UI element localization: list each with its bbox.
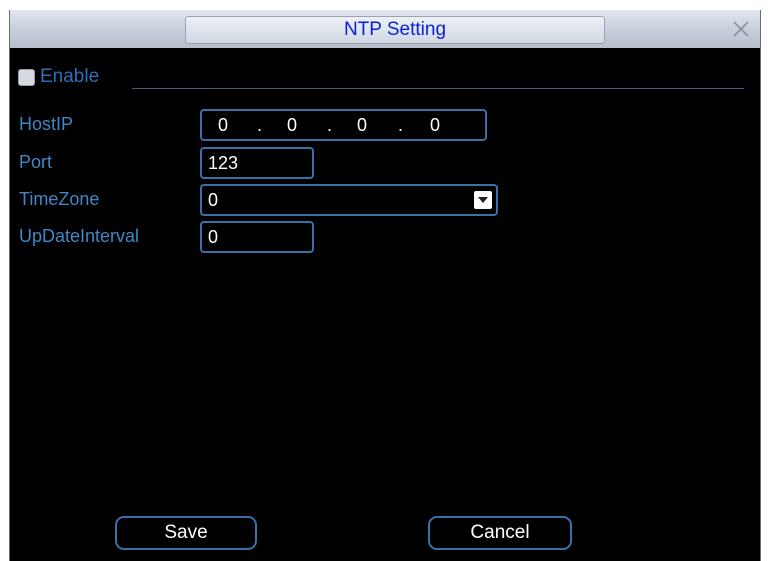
updateinterval-label: UpDateInterval — [19, 226, 140, 246]
hostip-label: HostIP — [19, 114, 74, 134]
hostip-octet-4[interactable]: 0 — [430, 115, 440, 136]
ntp-setting-dialog: NTP Setting Enable HostIP 0 . 0 . 0 . 0 … — [9, 10, 761, 561]
updateinterval-value: 0 — [208, 226, 219, 247]
enable-label: Enable — [40, 66, 100, 87]
timezone-value: 0 — [208, 189, 219, 210]
enable-checkbox[interactable] — [18, 68, 35, 86]
hostip-separator: . — [257, 115, 263, 135]
port-input[interactable]: 123 — [200, 147, 314, 179]
enable-row[interactable]: Enable — [18, 66, 99, 88]
close-icon[interactable] — [728, 16, 754, 42]
title-bar: NTP Setting — [10, 10, 760, 48]
save-button[interactable]: Save — [115, 516, 257, 550]
dialog-title: NTP Setting — [343, 19, 447, 40]
hostip-separator: . — [398, 115, 404, 135]
hostip-separator: . — [327, 115, 333, 135]
timezone-label: TimeZone — [19, 189, 100, 209]
port-label: Port — [19, 152, 53, 172]
title-box: NTP Setting — [185, 16, 605, 44]
chevron-down-icon[interactable] — [474, 191, 492, 209]
timezone-select[interactable]: 0 — [200, 184, 498, 216]
hostip-input[interactable]: 0 . 0 . 0 . 0 — [200, 109, 487, 141]
dialog-content: Enable HostIP 0 . 0 . 0 . 0 Port 123 Tim… — [10, 48, 760, 561]
hostip-octet-1[interactable]: 0 — [218, 115, 228, 136]
divider — [132, 88, 744, 89]
cancel-button[interactable]: Cancel — [428, 516, 572, 550]
hostip-octet-2[interactable]: 0 — [287, 115, 297, 136]
hostip-octet-3[interactable]: 0 — [357, 115, 367, 136]
port-value: 123 — [208, 152, 239, 173]
updateinterval-input[interactable]: 0 — [200, 221, 314, 253]
